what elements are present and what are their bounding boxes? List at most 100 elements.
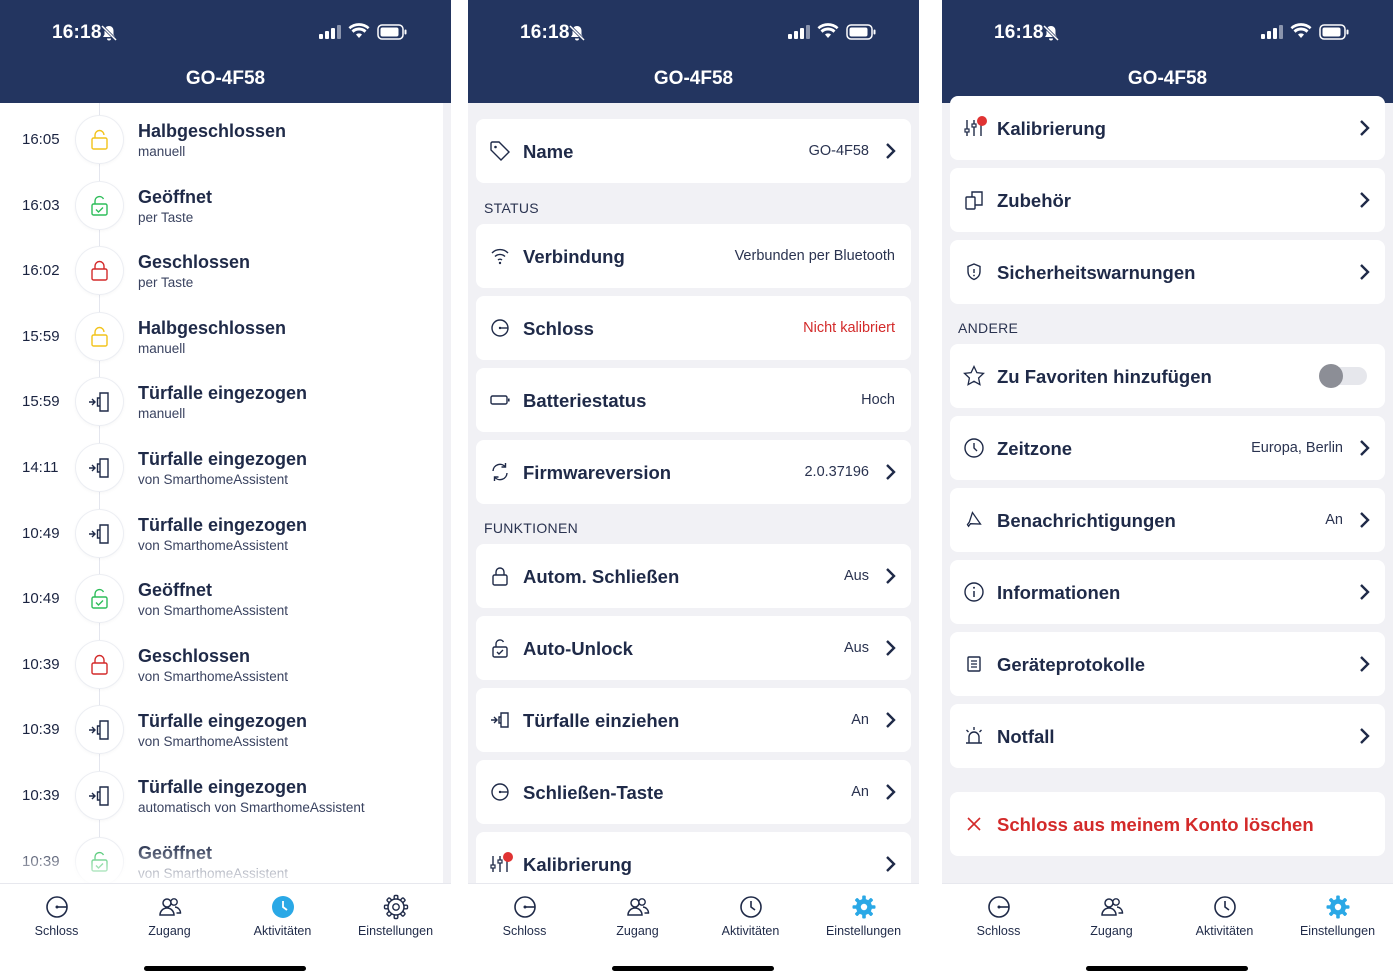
nav-item-schloss[interactable]: Schloss	[0, 894, 113, 938]
activity-time: 10:39	[22, 721, 60, 739]
scroll-strip	[443, 103, 451, 883]
wifi-icon	[491, 248, 509, 265]
nav-item-aktivitäten[interactable]: Aktivitäten	[226, 894, 339, 938]
gear-icon	[383, 894, 408, 920]
list-item[interactable]: 15:59 Türfalle eingezogen manuell	[0, 365, 443, 431]
lock-dial-icon	[491, 783, 509, 801]
chevron-right-icon	[1360, 440, 1370, 456]
battery-icon	[846, 24, 876, 40]
status-time: 16:18	[994, 22, 1044, 43]
activity-subtitle: von SmarthomeAssistent	[138, 472, 289, 487]
battery-label: Batteriestatus	[523, 390, 647, 411]
activity-subtitle: von SmarthomeAssistent	[138, 734, 289, 750]
battery-icon	[1319, 24, 1349, 40]
list-item[interactable]: 10:39 Türfalle eingezogen von SmarthomeAss…	[0, 693, 443, 759]
emergency-row[interactable]: Notfall	[950, 704, 1385, 768]
nav-label: Einstellungen	[825, 924, 902, 938]
megaphone-icon	[966, 511, 982, 528]
nav-item-einstellungen[interactable]: Einstellungen	[1281, 894, 1393, 938]
activity-icon-circle	[76, 444, 123, 491]
delete-lock-row[interactable]: Schloss aus meinem Konto löschen	[950, 792, 1385, 856]
battery-row[interactable]: Batteriestatus Hoch	[476, 368, 911, 432]
auto-unlock-row[interactable]: Auto-Unlock Aus	[476, 616, 911, 680]
name-row[interactable]: Name GO-4F58	[476, 119, 911, 183]
info-icon	[964, 582, 984, 602]
timezone-row[interactable]: Zeitzone Europa, Berlin	[950, 416, 1385, 480]
nav-item-zugang[interactable]: Zugang	[581, 894, 694, 938]
chevron-right-icon	[1360, 264, 1370, 280]
device-logs-row[interactable]: Geräteprotokolle	[950, 632, 1385, 696]
activity-title: Türfalle eingezogen	[138, 777, 308, 797]
activity-title: Geschlossen	[138, 645, 251, 666]
lock-open-icon	[91, 195, 108, 216]
activity-icon-circle	[76, 378, 123, 426]
nav-item-zugang[interactable]: Zugang	[1055, 894, 1168, 938]
security-warnings-label: Sicherheitswarnungen	[997, 262, 1196, 283]
activity-list[interactable]: 16:05 Halbgeschlossen manuell 16:03 Geöffnet…	[0, 103, 443, 883]
list-item[interactable]: 10:49 Geöffnet von SmarthomeAssistent	[0, 562, 443, 628]
activity-time: 10:49	[22, 524, 60, 542]
notifications-row[interactable]: Benachrichtigungen An	[950, 488, 1385, 552]
lock-closed-icon	[91, 261, 108, 281]
accessories-row[interactable]: Zubehör	[950, 168, 1385, 232]
nav-item-einstellungen[interactable]: Einstellungen	[339, 894, 451, 938]
nav-item-aktivitäten[interactable]: Aktivitäten	[694, 894, 807, 938]
nav-item-aktivitäten[interactable]: Aktivitäten	[1168, 894, 1281, 938]
clock-icon	[1213, 896, 1236, 918]
battery-icon	[490, 395, 510, 405]
tag-icon	[490, 141, 510, 161]
nav-item-einstellungen[interactable]: Einstellungen	[807, 894, 919, 938]
device-title: GO-4F58	[653, 68, 734, 89]
toggle-knob	[1319, 364, 1343, 388]
activity-subtitle: manuell	[138, 340, 186, 356]
latch-row[interactable]: Türfalle einziehen An	[476, 688, 911, 752]
chevron-right-icon	[886, 856, 896, 872]
favorites-row[interactable]: Zu Favoriten hinzufügen	[950, 344, 1385, 408]
nav-item-schloss[interactable]: Schloss	[942, 894, 1055, 938]
list-item[interactable]: 10:49 Türfalle eingezogen von SmarthomeAss…	[0, 497, 443, 563]
activity-subtitle: von SmarthomeAssistent	[138, 668, 289, 684]
home-indicator	[144, 966, 306, 971]
security-warnings-row[interactable]: Sicherheitswarnungen	[950, 240, 1385, 304]
firmware-row[interactable]: Firmwareversion 2.0.37196	[476, 440, 911, 504]
clock-icon	[271, 896, 294, 918]
emergency-label: Notfall	[997, 726, 1055, 747]
latch-icon	[89, 523, 109, 544]
list-item[interactable]: 16:03 Geöffnet per Taste	[0, 169, 443, 235]
nav-item-zugang[interactable]: Zugang	[113, 894, 226, 938]
nav-item-schloss[interactable]: Schloss	[468, 894, 581, 938]
clock-icon	[964, 438, 984, 458]
device-logs-label: Geräteprotokolle	[997, 654, 1146, 675]
users-icon	[1100, 898, 1123, 916]
calibration-row[interactable]: Kalibrierung	[950, 96, 1385, 160]
wifi-icon	[348, 23, 370, 38]
lock-status-row[interactable]: Schloss Nicht kalibriert	[476, 296, 911, 360]
chevron-right-icon	[886, 143, 896, 159]
list-item[interactable]: 10:39 Geschlossen von SmarthomeAssistent	[0, 628, 443, 694]
home-indicator	[612, 966, 774, 971]
alarm-light-icon	[966, 727, 982, 744]
connection-row[interactable]: Verbindung Verbunden per Bluetooth	[476, 224, 911, 288]
information-row[interactable]: Informationen	[950, 560, 1385, 624]
list-item[interactable]: 15:59 Halbgeschlossen manuell	[0, 300, 443, 366]
document-icon	[967, 656, 981, 672]
list-item[interactable]: 16:02 Geschlossen per Taste	[0, 234, 443, 300]
gear-icon	[852, 895, 875, 919]
accessories-label: Zubehör	[997, 190, 1071, 211]
activity-time: 10:39	[22, 655, 60, 673]
gear-icon	[1326, 895, 1349, 919]
alert-dot	[977, 116, 987, 126]
favorites-toggle[interactable]	[1319, 364, 1367, 388]
calibration-label: Kalibrierung	[997, 118, 1106, 139]
list-item[interactable]: 16:05 Halbgeschlossen manuell	[0, 103, 443, 169]
list-item[interactable]: 10:39 Türfalle eingezogen automatisch von …	[0, 759, 443, 825]
nav-label: Schloss	[502, 924, 547, 938]
latch-icon	[491, 712, 509, 728]
activity-icon-circle	[76, 116, 123, 163]
list-item[interactable]: 14:11 Türfalle eingezogen von SmarthomeAss…	[0, 431, 443, 497]
activity-title: Türfalle eingezogen	[138, 383, 308, 404]
auto-lock-row[interactable]: Autom. Schließen Aus	[476, 544, 911, 608]
lock-closed-icon	[91, 654, 108, 675]
lock-button-row[interactable]: Schließen-Taste An	[476, 760, 911, 824]
chevron-right-icon	[886, 712, 896, 728]
